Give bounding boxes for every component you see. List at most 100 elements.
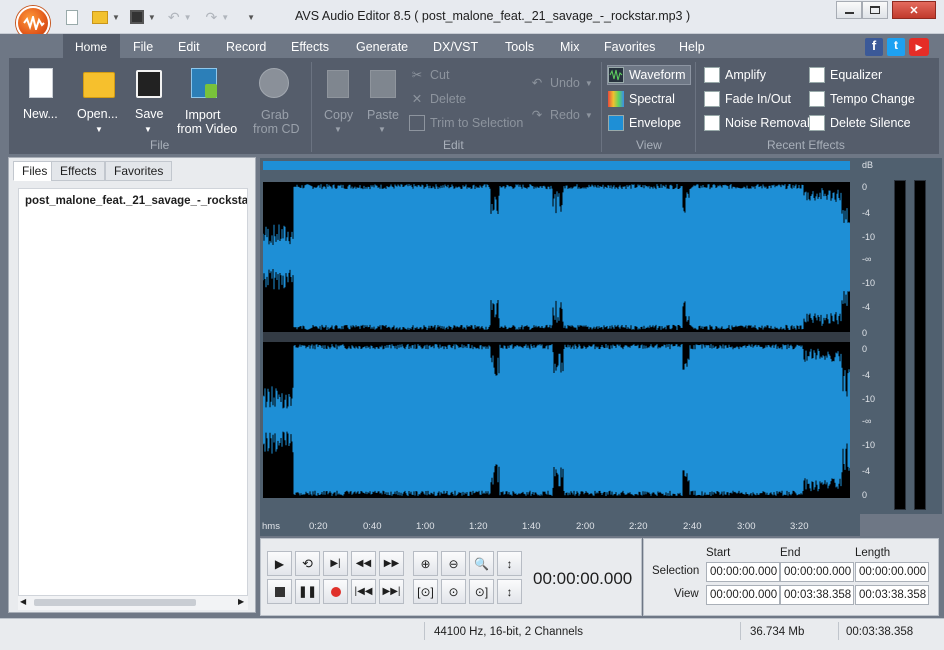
- minimize-button[interactable]: [836, 1, 862, 19]
- tab-file[interactable]: File: [133, 40, 153, 54]
- facebook-icon[interactable]: f: [865, 38, 883, 56]
- timeline-tick-label: 2:00: [576, 521, 595, 532]
- delete-button[interactable]: ✕ Delete: [409, 89, 466, 109]
- redo-icon[interactable]: ↷: [206, 9, 218, 26]
- zoom-100-button[interactable]: 🔍: [469, 551, 494, 576]
- open-button[interactable]: Open... ▼: [77, 66, 125, 136]
- tab-tools[interactable]: Tools: [505, 40, 534, 54]
- waveform-icon: [608, 67, 624, 83]
- tab-generate[interactable]: Generate: [356, 40, 408, 54]
- customize-toolbar-icon[interactable]: ▼: [247, 13, 255, 22]
- timeline-tick-label: 3:00: [737, 521, 756, 532]
- channel-1-waveform[interactable]: [262, 182, 851, 332]
- tempo-icon: [809, 91, 825, 107]
- tab-edit[interactable]: Edit: [178, 40, 200, 54]
- stop-button[interactable]: [267, 579, 292, 604]
- import-arrow-icon: [205, 84, 217, 98]
- zoom-out-icon: ⊖: [448, 556, 459, 571]
- twitter-icon[interactable]: t: [887, 38, 905, 56]
- cd-icon: [259, 68, 289, 98]
- view-end-field[interactable]: 00:03:38.358: [780, 585, 854, 605]
- dropdown-arrow-icon[interactable]: ▼: [112, 13, 120, 22]
- zoom-selection-button[interactable]: [⊙]: [413, 579, 438, 604]
- dropdown-arrow-icon: ▼: [334, 125, 342, 134]
- undo-icon[interactable]: ↶: [168, 9, 180, 26]
- equalizer-button[interactable]: Equalizer: [809, 65, 882, 85]
- go-to-end-button[interactable]: ▶▶|: [379, 579, 404, 604]
- maximize-button[interactable]: [862, 1, 888, 19]
- start-header: Start: [706, 547, 731, 559]
- grab-from-cd-button[interactable]: Grab from CD: [249, 66, 303, 136]
- tab-help[interactable]: Help: [679, 40, 705, 54]
- close-button[interactable]: ✕: [892, 1, 936, 19]
- zoom-vertical-out-button[interactable]: ↕: [497, 579, 522, 604]
- play-button[interactable]: ▶: [267, 551, 292, 576]
- timeline-ruler[interactable]: hms 0:20 0:40 1:00 1:20 1:40 2:00 2:20 2…: [260, 514, 860, 536]
- zoom-full-button[interactable]: ⊙: [441, 579, 466, 604]
- zoom-vertical-in-button[interactable]: ↕: [497, 551, 522, 576]
- save-button[interactable]: Save ▼: [134, 66, 164, 136]
- copy-button[interactable]: Copy ▼: [321, 66, 357, 136]
- panel-tab-favorites[interactable]: Favorites: [105, 161, 173, 181]
- view-start-field[interactable]: 00:00:00.000: [706, 585, 780, 605]
- paste-button[interactable]: Paste ▼: [364, 66, 404, 136]
- rewind-button[interactable]: ◀◀: [351, 551, 376, 576]
- new-file-icon[interactable]: [66, 9, 78, 25]
- tab-dx-vst[interactable]: DX/VST: [433, 40, 478, 54]
- loop-button[interactable]: ⟲: [295, 551, 320, 576]
- horizontal-scrollbar[interactable]: ◀ ▶: [18, 596, 248, 610]
- record-button[interactable]: [323, 579, 348, 604]
- new-button[interactable]: New...: [23, 66, 61, 128]
- scrollbar-thumb[interactable]: [34, 599, 196, 606]
- redo-button[interactable]: ↷ Redo ▼: [529, 105, 593, 125]
- scroll-right-icon[interactable]: ▶: [238, 597, 244, 606]
- view-length-field[interactable]: 00:03:38.358: [855, 585, 929, 605]
- view-spectral-button[interactable]: Spectral: [608, 89, 675, 109]
- file-group-label: File: [150, 138, 170, 152]
- channel-2-waveform[interactable]: [262, 342, 851, 498]
- fade-in-out-button[interactable]: Fade In/Out: [704, 89, 791, 109]
- dropdown-arrow-icon[interactable]: ▼: [184, 13, 192, 22]
- fast-forward-button[interactable]: ▶▶: [379, 551, 404, 576]
- tab-home[interactable]: Home: [63, 34, 120, 58]
- amplify-button[interactable]: Amplify: [704, 65, 766, 85]
- trim-to-selection-button[interactable]: Trim to Selection: [409, 113, 523, 133]
- panel-tab-files[interactable]: Files: [13, 161, 57, 181]
- view-envelope-button[interactable]: Envelope: [608, 113, 681, 133]
- zoom-in-button[interactable]: ⊕: [413, 551, 438, 576]
- dropdown-arrow-icon[interactable]: ▼: [221, 13, 229, 22]
- save-icon[interactable]: [129, 10, 144, 24]
- noise-removal-icon: [704, 115, 720, 131]
- tempo-change-button[interactable]: Tempo Change: [809, 89, 915, 109]
- tab-effects[interactable]: Effects: [291, 40, 329, 54]
- import-from-video-button[interactable]: Import from Video: [175, 66, 239, 136]
- zoom-fit-icon: ⊙]: [474, 584, 489, 599]
- delete-silence-button[interactable]: Delete Silence: [809, 113, 911, 133]
- file-list-item[interactable]: post_malone_feat._21_savage_-_rockstar.m…: [25, 195, 247, 207]
- tab-favorites[interactable]: Favorites: [604, 40, 655, 54]
- selection-end-field[interactable]: 00:00:00.000: [780, 562, 854, 582]
- selection-length-field[interactable]: 00:00:00.000: [855, 562, 929, 582]
- loop-icon: ⟲: [302, 555, 313, 571]
- panel-tab-effects[interactable]: Effects: [51, 161, 106, 181]
- zoom-fit-button[interactable]: ⊙]: [469, 579, 494, 604]
- pause-button[interactable]: ❚❚: [295, 579, 320, 604]
- cut-button[interactable]: ✂ Cut: [409, 65, 450, 85]
- scroll-left-icon[interactable]: ◀: [20, 597, 26, 606]
- selection-start-field[interactable]: 00:00:00.000: [706, 562, 780, 582]
- zoom-out-button[interactable]: ⊖: [441, 551, 466, 576]
- go-to-start-button[interactable]: |◀◀: [351, 579, 376, 604]
- dropdown-arrow-icon: ▼: [378, 125, 386, 134]
- view-waveform-button[interactable]: Waveform: [607, 65, 691, 85]
- dropdown-arrow-icon[interactable]: ▼: [148, 13, 156, 22]
- tab-record[interactable]: Record: [226, 40, 266, 54]
- waveform-area[interactable]: [260, 158, 860, 514]
- youtube-icon[interactable]: ▶: [909, 38, 929, 56]
- tab-mix[interactable]: Mix: [560, 40, 579, 54]
- noise-removal-button[interactable]: Noise Removal: [704, 113, 810, 133]
- play-to-end-button[interactable]: ▶|: [323, 551, 348, 576]
- overview-bar[interactable]: [263, 161, 851, 170]
- paste-icon: [370, 70, 396, 98]
- open-folder-icon[interactable]: [92, 10, 108, 24]
- undo-button[interactable]: ↶ Undo ▼: [529, 73, 593, 93]
